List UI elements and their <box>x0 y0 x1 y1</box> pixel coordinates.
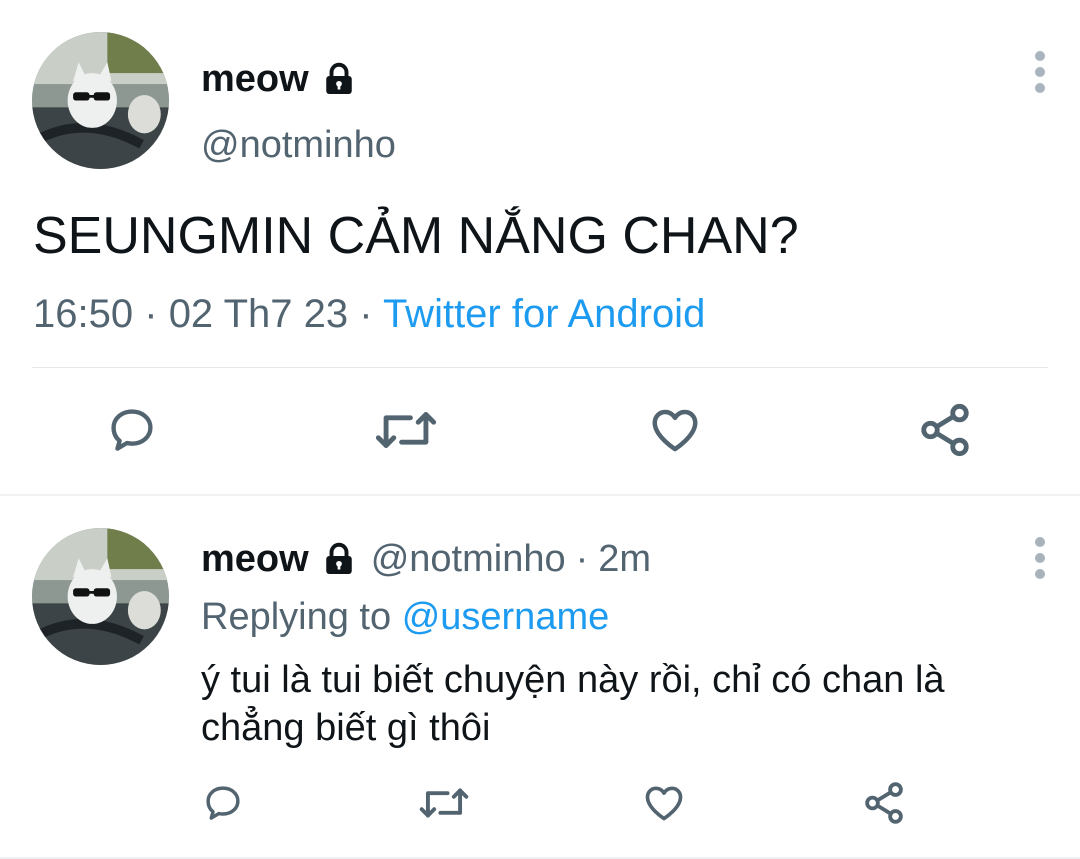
lock-icon <box>321 541 357 577</box>
more-options-icon[interactable] <box>1032 536 1048 580</box>
reply-button[interactable] <box>200 780 246 826</box>
reply-icon <box>111 409 153 451</box>
divider <box>32 367 1048 368</box>
main-tweet: meow @notminho SEUNGMIN CẢM NẮNG CHAN? 1… <box>0 0 1080 494</box>
replying-to: Replying to @username <box>201 594 609 640</box>
share-icon <box>921 403 969 457</box>
avatar-cat-photo <box>32 528 169 665</box>
display-name[interactable]: meow <box>201 56 309 102</box>
avatar-cat-photo <box>32 32 169 169</box>
tweet-meta: 16:50 · 02 Th7 23 · Twitter for Android <box>33 289 705 339</box>
handle[interactable]: @notminho <box>371 536 566 582</box>
more-options-icon[interactable] <box>1032 50 1048 94</box>
meta-separator: · <box>359 292 373 336</box>
share-icon <box>865 782 903 824</box>
tweet-text: SEUNGMIN CẢM NẮNG CHAN? <box>33 207 799 265</box>
retweet-icon <box>375 412 437 448</box>
meta-separator: · <box>575 538 589 580</box>
reply-icon <box>206 786 240 820</box>
tweet-date: 02 Th7 23 <box>168 292 349 336</box>
tweet-source-link[interactable]: Twitter for Android <box>383 292 705 336</box>
tweet-time: 16:50 <box>33 292 134 336</box>
retweet-button[interactable] <box>374 402 438 458</box>
display-name[interactable]: meow <box>201 536 309 582</box>
section-divider <box>0 494 1080 496</box>
like-icon <box>652 409 698 452</box>
share-button[interactable] <box>914 400 976 460</box>
like-icon <box>645 786 683 821</box>
like-button[interactable] <box>646 402 704 458</box>
lock-icon <box>321 61 357 97</box>
meta-separator: · <box>144 292 158 336</box>
tweet-text: ý tui là tui biết chuyện này rồi, chỉ có… <box>201 659 945 749</box>
retweet-button[interactable] <box>418 780 470 826</box>
avatar[interactable] <box>32 528 169 665</box>
share-button[interactable] <box>858 778 910 828</box>
handle[interactable]: @notminho <box>201 122 396 168</box>
mention-link[interactable]: @username <box>402 596 610 638</box>
replying-prefix: Replying to <box>201 596 392 638</box>
tweet-age: 2m <box>598 538 652 580</box>
retweet-icon <box>419 788 469 818</box>
reply-header: meow @notminho · 2m <box>201 536 651 582</box>
avatar[interactable] <box>32 32 169 169</box>
reply-button[interactable] <box>104 402 160 458</box>
display-name-row: meow <box>201 56 357 102</box>
like-button[interactable] <box>640 780 688 826</box>
